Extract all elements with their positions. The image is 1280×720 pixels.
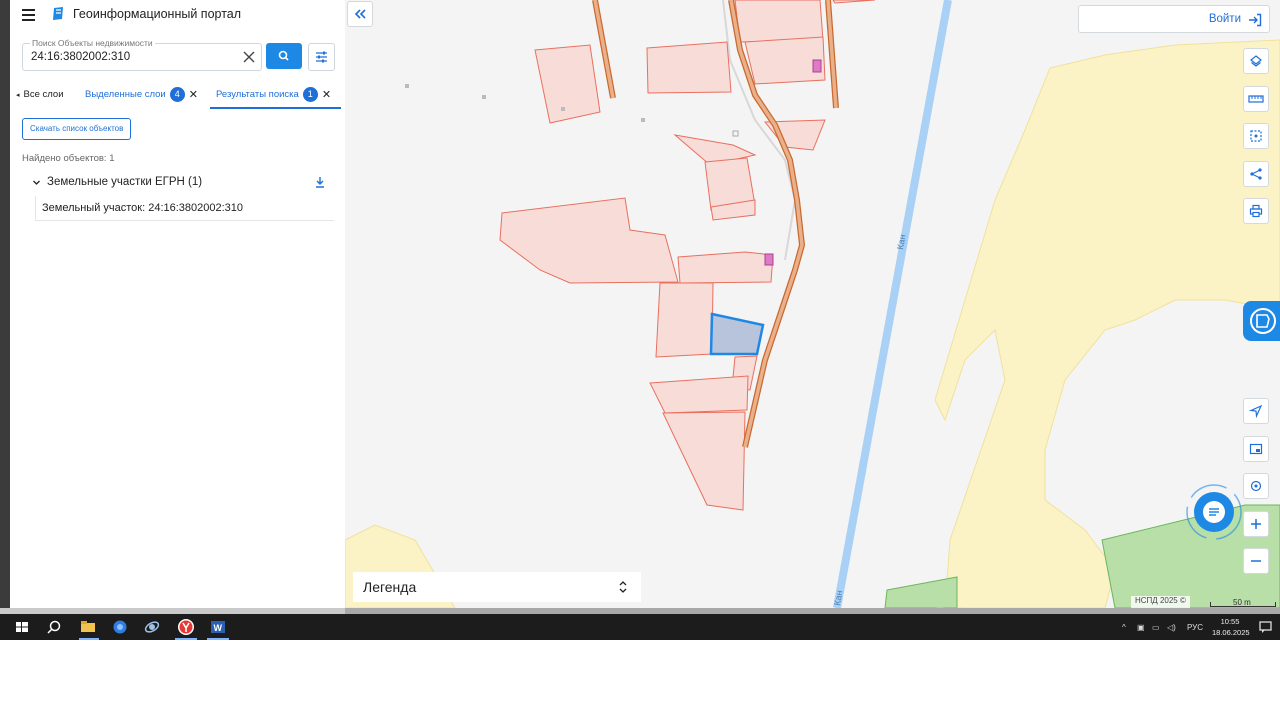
download-list-button[interactable]: Скачать список объектов xyxy=(22,118,132,140)
close-icon[interactable]: ✕ xyxy=(189,88,198,101)
tab-all-layers[interactable]: ◂ Все слои xyxy=(16,82,64,107)
tab-label: Результаты поиска xyxy=(216,89,299,100)
tab-search-results[interactable]: Результаты поиска 1 ✕ xyxy=(209,82,342,109)
tab-badge: 4 xyxy=(169,87,185,102)
minimap-button[interactable] xyxy=(1243,436,1269,462)
parcel xyxy=(649,375,749,414)
parcel xyxy=(734,0,824,43)
svg-text:W: W xyxy=(214,623,223,633)
assistant-icon xyxy=(1250,308,1276,334)
minimap-icon xyxy=(1249,443,1263,455)
tab-label: Выделенные слои xyxy=(85,89,166,100)
scale-label: 50 m xyxy=(1233,598,1251,607)
attribution: НСПД 2025 © xyxy=(1131,596,1190,608)
parcel xyxy=(677,251,774,284)
clock-time: 10:55 xyxy=(1220,617,1240,626)
portal-logo-icon xyxy=(53,7,63,20)
volume-icon[interactable]: ◁) xyxy=(1167,623,1176,632)
assistant-button[interactable] xyxy=(1243,301,1280,341)
geolocation-icon xyxy=(1250,480,1262,492)
chevron-down-icon xyxy=(33,180,40,185)
ruler-icon xyxy=(1248,95,1264,103)
word-icon[interactable]: W xyxy=(209,618,227,636)
side-panel: Геоинформационный портал Поиск Объекты н… xyxy=(10,0,345,608)
clear-icon[interactable] xyxy=(241,49,257,65)
windows-start-icon[interactable] xyxy=(13,618,31,636)
search-icon xyxy=(278,50,289,61)
minus-icon xyxy=(1251,560,1261,562)
tab-badge: 1 xyxy=(302,87,318,102)
result-group-label: Земельные участки ЕГРН (1) xyxy=(47,176,203,188)
clock[interactable]: 10:55 18.06.2025 xyxy=(1212,616,1250,638)
tab-bar: ◂ Все слои Выделенные слои 4 ✕ Результат… xyxy=(10,82,345,109)
filter-button[interactable] xyxy=(308,43,335,71)
zoom-out-button[interactable] xyxy=(1243,548,1269,574)
layers-icon xyxy=(1250,55,1262,67)
print-icon xyxy=(1249,204,1263,218)
result-item[interactable]: Земельный участок: 24:16:3802002:310 xyxy=(35,196,334,221)
ruler-button[interactable] xyxy=(1243,86,1269,112)
chat-button[interactable] xyxy=(1185,483,1243,541)
keyboard-layout[interactable]: РУС xyxy=(1187,623,1203,632)
filter-icon xyxy=(316,51,327,63)
taskbar: W ^ ▣ ▭ ◁) РУС 10:55 18.06.2025 xyxy=(0,614,1280,640)
notifications-icon[interactable] xyxy=(1257,618,1275,636)
clock-date: 18.06.2025 xyxy=(1212,628,1250,637)
legend-label: Легенда xyxy=(363,579,417,595)
window-edge xyxy=(0,0,10,610)
browser-icon[interactable] xyxy=(111,618,129,636)
select-area-icon xyxy=(1250,130,1262,142)
search-input[interactable] xyxy=(31,48,231,66)
search-label: Поиск Объекты недвижимости xyxy=(30,38,155,48)
expand-icon xyxy=(619,581,627,593)
file-explorer-icon[interactable] xyxy=(79,618,97,636)
found-count: Найдено объектов: 1 xyxy=(22,153,115,164)
search-icon[interactable] xyxy=(45,618,63,636)
map-canvas[interactable]: Кан Кан xyxy=(344,0,1280,609)
select-area-button[interactable] xyxy=(1243,123,1269,149)
tray-icon[interactable]: ▣ xyxy=(1137,623,1145,632)
login-label: Войти xyxy=(1208,13,1241,25)
login-button[interactable]: Войти xyxy=(1078,5,1270,33)
yandex-browser-icon[interactable] xyxy=(177,618,195,636)
download-icon[interactable] xyxy=(313,175,327,189)
menu-icon[interactable] xyxy=(22,6,42,24)
layers-button[interactable] xyxy=(1243,48,1269,74)
close-icon[interactable]: ✕ xyxy=(322,88,331,101)
navigation-arrow-icon xyxy=(1249,404,1263,418)
double-chevron-left-icon xyxy=(354,9,366,19)
plus-icon xyxy=(1251,519,1261,529)
collapse-panel-button[interactable] xyxy=(347,1,373,27)
app-icon[interactable] xyxy=(143,618,161,636)
marker-magenta xyxy=(764,253,774,266)
login-icon xyxy=(1249,13,1262,27)
zoom-in-button[interactable] xyxy=(1243,511,1269,537)
search-button[interactable] xyxy=(266,43,302,69)
chevron-up-icon[interactable]: ^ xyxy=(1122,623,1126,632)
chat-icon xyxy=(1186,484,1242,540)
chevron-left-icon: ◂ xyxy=(16,91,20,99)
legend-dropdown[interactable]: Легенда xyxy=(353,572,641,602)
map-svg[interactable]: Кан Кан xyxy=(344,0,1280,609)
tab-selected-layers[interactable]: Выделенные слои 4 ✕ xyxy=(85,82,198,107)
locate-button[interactable] xyxy=(1243,398,1269,424)
screen: Кан Кан Геоинформационный портал Поиск О… xyxy=(0,0,1280,640)
share-button[interactable] xyxy=(1243,161,1269,187)
print-button[interactable] xyxy=(1243,198,1269,224)
marker-magenta xyxy=(812,59,822,73)
tab-label: Все слои xyxy=(23,89,64,100)
result-group[interactable]: Земельные участки ЕГРН (1) xyxy=(32,176,202,188)
app-title: Геоинформационный портал xyxy=(73,7,242,21)
parcel xyxy=(655,282,714,358)
share-icon xyxy=(1250,168,1262,180)
network-icon[interactable]: ▭ xyxy=(1152,623,1160,632)
geolocation-button[interactable] xyxy=(1243,473,1269,499)
parcel xyxy=(646,41,732,94)
